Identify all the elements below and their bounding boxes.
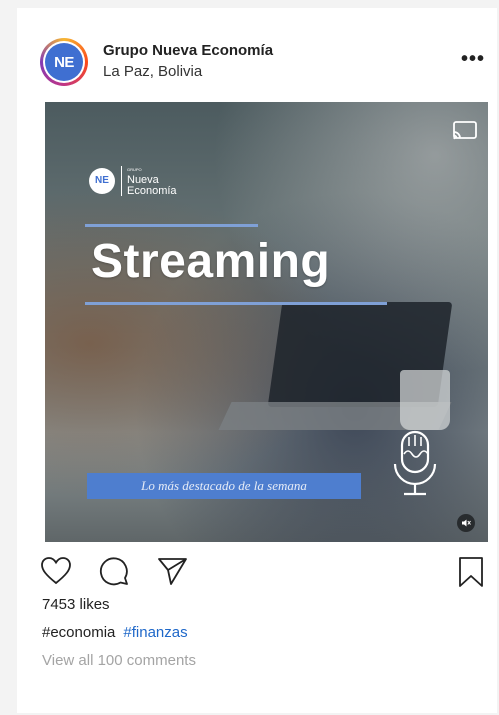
- view-comments-link[interactable]: View all 100 comments: [42, 652, 196, 669]
- avatar-ring: NE: [43, 41, 85, 83]
- title-rule-bottom: [85, 302, 387, 305]
- avatar[interactable]: NE: [40, 38, 88, 86]
- likes-count[interactable]: 7453 likes: [42, 596, 110, 613]
- post-video[interactable]: NE GRUPO Nueva Economía Streaming Lo más…: [45, 102, 488, 542]
- hashtag-finanzas[interactable]: #finanzas: [123, 624, 187, 641]
- brand-text: GRUPO Nueva Economía: [127, 164, 177, 197]
- more-options-icon[interactable]: •••: [461, 49, 485, 69]
- hashtags: #economia #finanzas: [42, 624, 188, 641]
- post-card: NE Grupo Nueva Economía La Paz, Bolivia …: [17, 8, 497, 713]
- post-actions: [17, 556, 497, 596]
- post-location[interactable]: La Paz, Bolivia: [103, 63, 202, 80]
- title-rule-top: [85, 224, 258, 227]
- hashtag-economia[interactable]: #economia: [42, 624, 115, 641]
- heart-icon[interactable]: [40, 556, 72, 586]
- mug-shape: [400, 370, 450, 430]
- avatar-logo: NE: [45, 43, 83, 81]
- video-title: Streaming: [91, 235, 331, 288]
- bookmark-icon[interactable]: [457, 556, 485, 588]
- microphone-icon: [393, 430, 437, 496]
- mute-icon[interactable]: [457, 514, 475, 532]
- send-icon[interactable]: [156, 556, 188, 586]
- brand-economia: Economía: [127, 185, 177, 197]
- brand-divider: [121, 165, 122, 196]
- brand-lockup: NE GRUPO Nueva Economía: [89, 164, 177, 197]
- video-banner: Lo más destacado de la semana: [87, 473, 361, 499]
- post-header: NE Grupo Nueva Economía La Paz, Bolivia …: [17, 8, 497, 108]
- account-name[interactable]: Grupo Nueva Economía: [103, 42, 273, 59]
- brand-logo: NE: [89, 167, 115, 194]
- cast-icon[interactable]: [451, 120, 479, 142]
- comment-icon[interactable]: [98, 556, 130, 586]
